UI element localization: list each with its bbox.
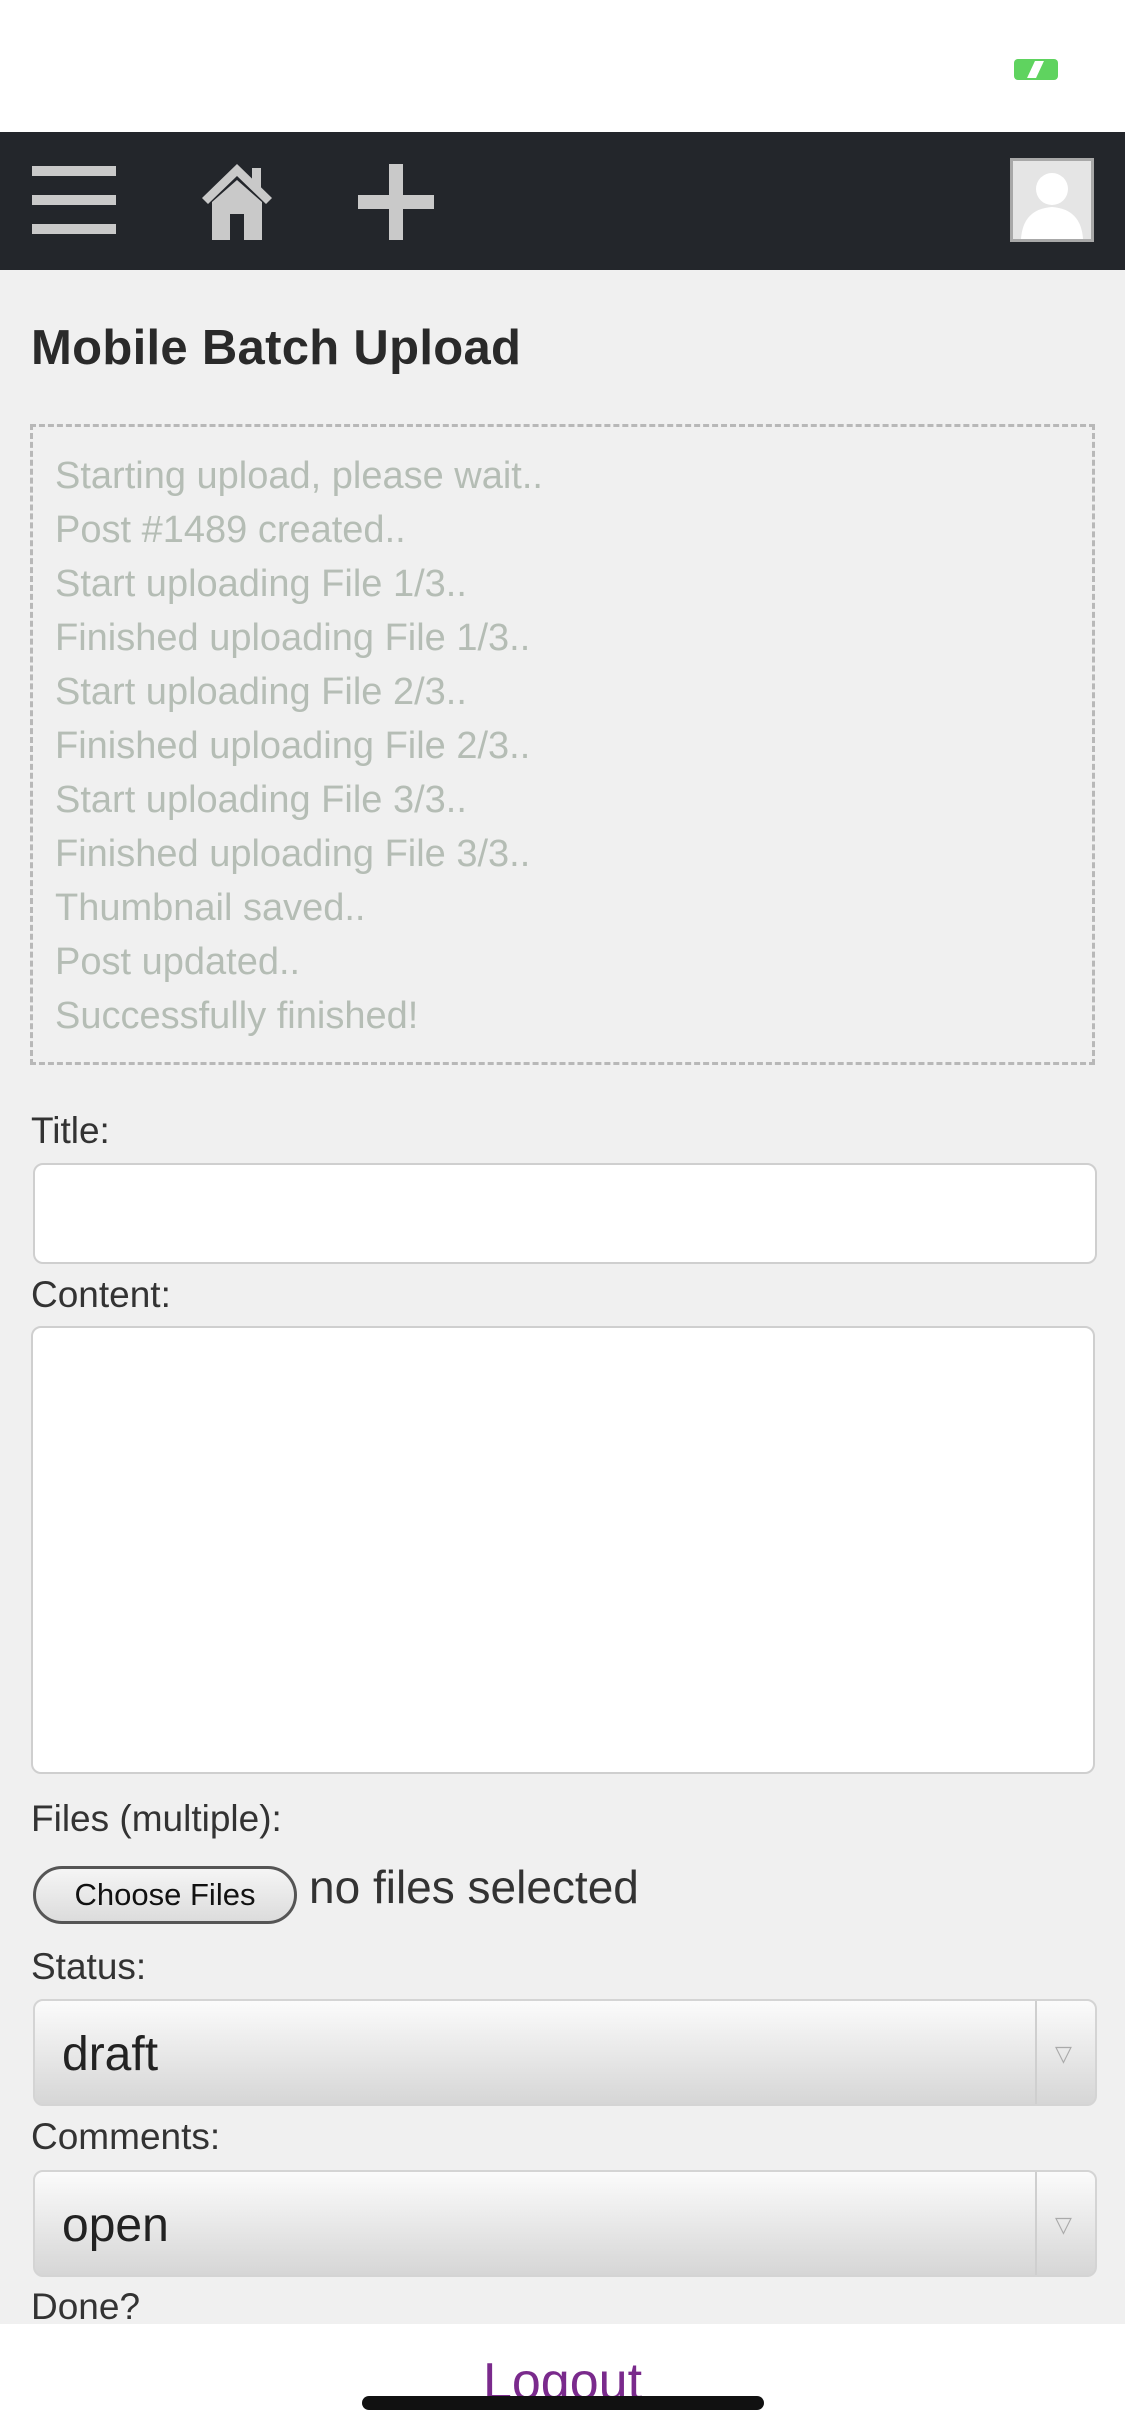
comments-select-value: open (62, 2199, 169, 2252)
select-arrow-area: ▽ (1035, 2172, 1095, 2275)
content-textarea[interactable] (31, 1326, 1095, 1774)
title-input[interactable] (33, 1163, 1097, 1264)
log-line: Post updated.. (55, 941, 301, 983)
user-avatar-icon[interactable] (1010, 158, 1094, 242)
files-label: Files (multiple): (31, 1798, 282, 1839)
hamburger-menu-icon[interactable] (30, 156, 118, 246)
log-line: Start uploading File 1/3.. (55, 563, 467, 605)
status-select-value: draft (62, 2028, 159, 2081)
footer: Logout (0, 2324, 1125, 2436)
select-arrow-area: ▽ (1035, 2001, 1095, 2104)
top-navbar (0, 132, 1125, 270)
status-bar (0, 0, 1125, 132)
log-line: Post #1489 created.. (55, 509, 406, 551)
files-status: no files selected (309, 1861, 639, 1913)
title-label: Title: (31, 1110, 110, 1151)
log-line: Finished uploading File 3/3.. (55, 833, 531, 875)
log-line: Start uploading File 2/3.. (55, 671, 467, 713)
log-line: Finished uploading File 2/3.. (55, 725, 531, 767)
page-title: Mobile Batch Upload (31, 321, 522, 375)
log-line: Start uploading File 3/3.. (55, 779, 467, 821)
log-line: Successfully finished! (55, 995, 419, 1037)
add-post-icon[interactable] (356, 156, 436, 246)
comments-label: Comments: (31, 2116, 221, 2157)
log-line: Thumbnail saved.. (55, 887, 366, 929)
chevron-down-icon: ▽ (1055, 2041, 1072, 2066)
home-icon[interactable] (200, 156, 274, 246)
comments-select[interactable]: open ▽ (33, 2170, 1097, 2277)
home-indicator[interactable] (362, 2396, 764, 2410)
status-label: Status: (31, 1946, 147, 1987)
choose-files-button[interactable]: Choose Files (33, 1866, 297, 1924)
log-line: Finished uploading File 1/3.. (55, 617, 531, 659)
main-content: Mobile Batch Upload Starting upload, ple… (0, 270, 1125, 2324)
done-label: Done? (31, 2286, 141, 2324)
chevron-down-icon: ▽ (1055, 2212, 1072, 2237)
content-label: Content: (31, 1274, 171, 1315)
status-select[interactable]: draft ▽ (33, 1999, 1097, 2106)
log-line: Starting upload, please wait.. (55, 455, 543, 497)
battery-charging-icon (1014, 59, 1058, 80)
upload-log: Starting upload, please wait.. Post #148… (30, 424, 1095, 1065)
